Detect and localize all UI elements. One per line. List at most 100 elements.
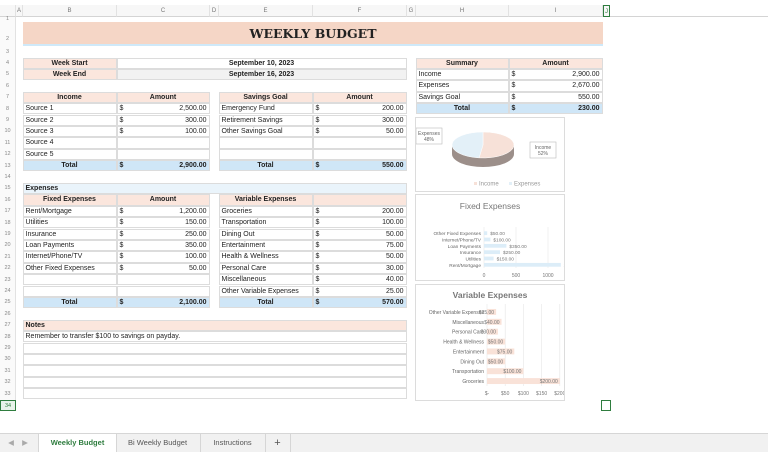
- income-row-label[interactable]: Source 2: [22, 114, 117, 126]
- row-header-4[interactable]: 4: [0, 58, 16, 70]
- income-row-label[interactable]: Source 4: [22, 137, 117, 149]
- row-header-18[interactable]: 18: [0, 217, 16, 229]
- variable-expenses-row-amount[interactable]: $100.00: [312, 217, 407, 229]
- variable-expenses-row-label[interactable]: Transportation: [218, 217, 313, 229]
- fixed-expenses-row-amount[interactable]: [116, 285, 210, 297]
- summary-row-label[interactable]: Savings Goal: [415, 91, 509, 104]
- row-header-29[interactable]: 29: [0, 343, 16, 355]
- income-row-label[interactable]: Source 5: [22, 148, 117, 161]
- variable-expenses-row-label[interactable]: Entertainment: [218, 239, 313, 252]
- fixed-expenses-row-label[interactable]: Utilities: [22, 217, 117, 229]
- week-start-value[interactable]: September 10, 2023: [116, 57, 407, 69]
- variable-expenses-header-label[interactable]: Variable Expenses: [218, 194, 313, 206]
- savings-row-amount[interactable]: $300.00: [312, 114, 407, 126]
- column-header-j[interactable]: J: [603, 5, 610, 17]
- column-header-g[interactable]: G: [407, 5, 416, 17]
- row-header-13[interactable]: 13: [0, 160, 16, 172]
- variable-expenses-row-amount[interactable]: $50.00: [312, 228, 407, 240]
- fixed-expenses-header-label[interactable]: Fixed Expenses: [22, 194, 117, 206]
- expenses-section-label[interactable]: Expenses: [22, 182, 407, 195]
- fixed-expenses-row-label[interactable]: Internet/Phone/TV: [22, 251, 117, 263]
- savings-total-amount[interactable]: $550.00: [312, 160, 407, 172]
- column-header-i[interactable]: I: [509, 5, 603, 17]
- row-header-33[interactable]: 33: [0, 388, 16, 400]
- column-header-h[interactable]: H: [416, 5, 509, 17]
- fixed-expenses-row-label[interactable]: Loan Payments: [22, 239, 117, 252]
- column-header-b[interactable]: B: [23, 5, 117, 17]
- row-header-30[interactable]: 30: [0, 354, 16, 366]
- row-header-17[interactable]: 17: [0, 206, 16, 218]
- fixed-expenses-row-amount[interactable]: $50.00: [116, 262, 210, 275]
- notes-line[interactable]: [22, 388, 407, 400]
- tab-instructions[interactable]: Instructions: [200, 434, 266, 452]
- row-header-8[interactable]: 8: [0, 103, 16, 115]
- savings-row-amount[interactable]: [312, 137, 407, 149]
- row-header-20[interactable]: 20: [0, 240, 16, 252]
- summary-header-label[interactable]: Summary: [415, 57, 509, 69]
- row-header-9[interactable]: 9: [0, 115, 16, 127]
- row-header-12[interactable]: 12: [0, 149, 16, 161]
- variable-expenses-row-amount[interactable]: $30.00: [312, 262, 407, 275]
- variable-expenses-row-label[interactable]: Groceries: [218, 205, 313, 218]
- savings-header-amount[interactable]: Amount: [312, 91, 407, 104]
- row-header-28[interactable]: 28: [0, 331, 16, 343]
- fixed-expenses-row-label[interactable]: Rent/Mortgage: [22, 205, 117, 218]
- summary-total-amount[interactable]: $230.00: [508, 103, 603, 115]
- row-header-24[interactable]: 24: [0, 286, 16, 298]
- fixed-expenses-row-amount[interactable]: $250.00: [116, 228, 210, 240]
- variable-expenses-row-amount[interactable]: $75.00: [312, 239, 407, 252]
- notes-line[interactable]: Remember to transfer $100 to savings on …: [22, 331, 407, 343]
- add-sheet-button[interactable]: +: [265, 434, 291, 452]
- summary-row-label[interactable]: Expenses: [415, 80, 509, 92]
- week-end-value[interactable]: September 16, 2023: [116, 68, 407, 81]
- row-header-31[interactable]: 31: [0, 365, 16, 378]
- row-header-14[interactable]: 14: [0, 172, 16, 184]
- row-header-11[interactable]: 11: [0, 137, 16, 150]
- fixed-expenses-row-label[interactable]: Other Fixed Expenses: [22, 262, 117, 275]
- fixed-expenses-row-amount[interactable]: $350.00: [116, 239, 210, 252]
- summary-row-amount[interactable]: $2,670.00: [508, 80, 603, 92]
- notes-line[interactable]: [22, 365, 407, 377]
- fixed-expenses-total-amount[interactable]: $2,100.00: [116, 296, 210, 309]
- row-header-19[interactable]: 19: [0, 229, 16, 241]
- column-header-f[interactable]: F: [313, 5, 407, 17]
- variable-expenses-header-amount[interactable]: [312, 194, 407, 206]
- column-header-e[interactable]: E: [219, 5, 313, 17]
- summary-row-amount[interactable]: $2,900.00: [508, 68, 603, 81]
- fixed-expenses-row-label[interactable]: Insurance: [22, 228, 117, 240]
- variable-expenses-total-label[interactable]: Total: [218, 296, 313, 309]
- row-header-3[interactable]: 3: [0, 46, 16, 58]
- row-header-16[interactable]: 16: [0, 194, 16, 207]
- income-row-amount[interactable]: $300.00: [116, 114, 210, 126]
- variable-expenses-chart[interactable]: Variable Expenses$-$50$100$150$200$250Ot…: [415, 284, 584, 401]
- income-header-label[interactable]: Income: [22, 91, 117, 104]
- scroll-right-icon[interactable]: ▶: [18, 434, 32, 452]
- variable-expenses-total-amount[interactable]: $570.00: [312, 296, 407, 309]
- tab-bi-weekly-budget[interactable]: Bi Weekly Budget: [115, 434, 201, 452]
- savings-row-label[interactable]: [218, 148, 313, 161]
- variable-expenses-row-amount[interactable]: $40.00: [312, 274, 407, 286]
- summary-row-amount[interactable]: $550.00: [508, 91, 603, 104]
- fixed-expenses-row-amount[interactable]: $1,200.00: [116, 205, 210, 218]
- savings-row-amount[interactable]: $50.00: [312, 125, 407, 138]
- column-header-c[interactable]: C: [117, 5, 210, 17]
- fixed-expenses-row-amount[interactable]: $100.00: [116, 251, 210, 263]
- savings-row-label[interactable]: [218, 137, 313, 149]
- notes-line[interactable]: [22, 353, 407, 366]
- row-header-23[interactable]: 23: [0, 274, 16, 286]
- row-header-7[interactable]: 7: [0, 92, 16, 104]
- row-header-21[interactable]: 21: [0, 251, 16, 264]
- row-header-34[interactable]: 34: [0, 400, 16, 412]
- income-row-amount[interactable]: $2,500.00: [116, 103, 210, 115]
- income-row-amount[interactable]: $100.00: [116, 125, 210, 138]
- income-row-label[interactable]: Source 3: [22, 125, 117, 138]
- variable-expenses-row-label[interactable]: Health & Wellness: [218, 251, 313, 263]
- income-expenses-pie-chart[interactable]: Income 52% Expenses 48% Income Expenses: [415, 117, 565, 192]
- summary-total-label[interactable]: Total: [415, 103, 509, 115]
- savings-row-amount[interactable]: [312, 148, 407, 161]
- selected-cell-j34[interactable]: [601, 400, 611, 411]
- notes-line[interactable]: [22, 342, 407, 354]
- column-header-a[interactable]: A: [16, 5, 23, 17]
- week-end-label[interactable]: Week End: [22, 68, 117, 81]
- savings-row-label[interactable]: Retirement Savings: [218, 114, 313, 126]
